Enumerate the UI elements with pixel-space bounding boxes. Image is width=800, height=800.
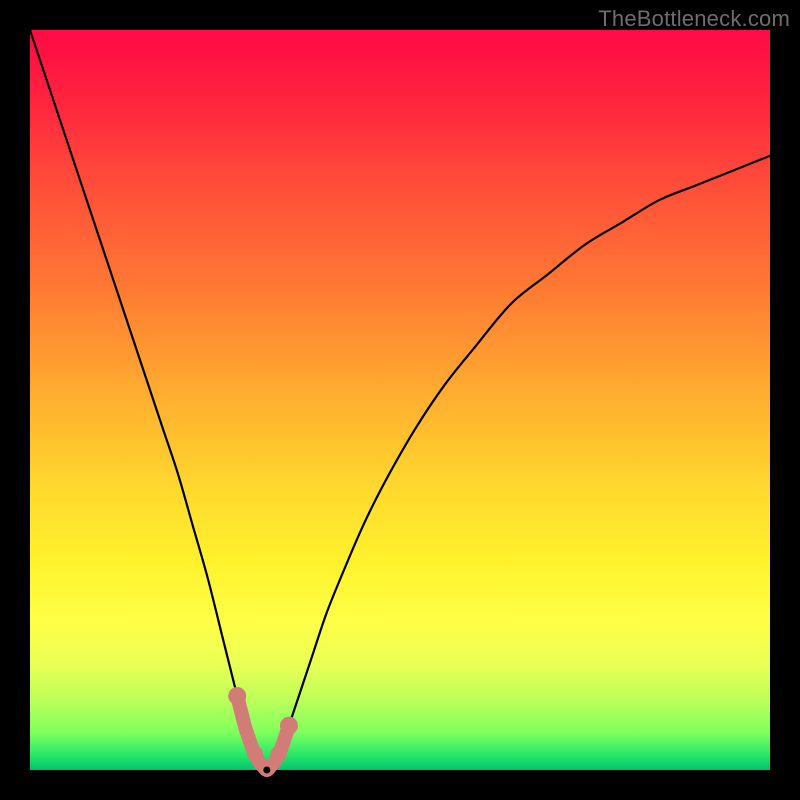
marker-corner-right bbox=[271, 746, 287, 762]
optimum-point bbox=[263, 767, 270, 774]
bottleneck-curve-svg bbox=[30, 30, 770, 770]
chart-plot-area bbox=[30, 30, 770, 770]
marker-endpoint-right bbox=[280, 717, 298, 735]
watermark-text: TheBottleneck.com bbox=[598, 6, 790, 32]
marker-corner-left bbox=[247, 746, 263, 762]
marker-endpoint-left bbox=[228, 687, 246, 705]
bottleneck-curve-path bbox=[30, 30, 770, 770]
